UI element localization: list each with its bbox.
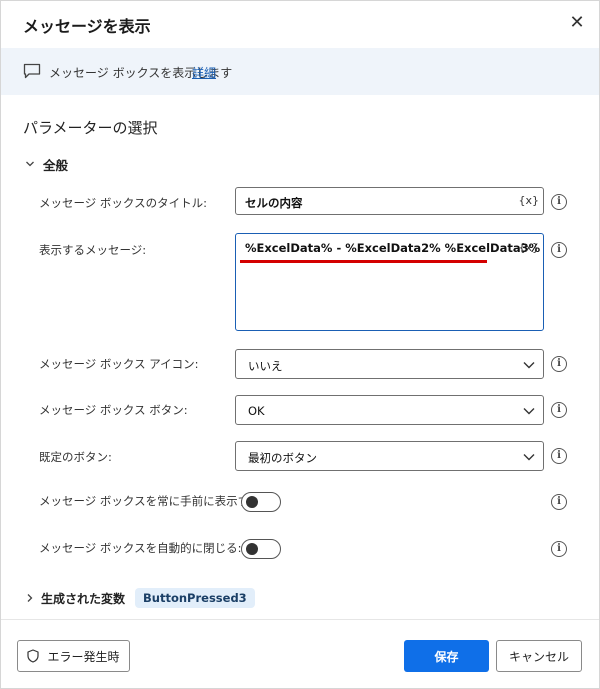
comment-icon: [23, 63, 41, 79]
section-title: パラメーターの選択: [23, 119, 158, 137]
chevron-down-icon: [523, 362, 535, 369]
title-bar: メッセージを表示 ✕: [1, 1, 599, 47]
on-error-button[interactable]: エラー発生時: [17, 640, 130, 672]
info-bar: メッセージ ボックスを表示します 詳細: [1, 48, 599, 95]
group-general-toggle[interactable]: 全般: [25, 154, 68, 174]
shield-icon: [27, 649, 40, 663]
on-error-label: エラー発生時: [47, 649, 120, 664]
message-textarea-value: %ExcelData% - %ExcelData2% %ExcelData3%: [245, 241, 541, 255]
autoclose-label: メッセージ ボックスを自動的に閉じる:: [39, 541, 242, 555]
details-link[interactable]: 詳細: [192, 64, 216, 81]
variable-picker-icon[interactable]: {x}: [518, 194, 539, 207]
default-button-select-value: 最初のボタン: [248, 451, 317, 465]
chevron-down-icon: [523, 454, 535, 461]
buttons-select-value: OK: [248, 404, 265, 418]
output-variables-toggle[interactable]: 生成された変数 ButtonPressed3: [25, 587, 255, 609]
variable-picker-icon[interactable]: {x}: [518, 241, 539, 254]
icon-select-value: いいえ: [248, 359, 283, 373]
output-variables-label: 生成された変数: [41, 591, 126, 606]
topmost-toggle[interactable]: [241, 492, 281, 512]
info-icon[interactable]: i: [551, 402, 567, 418]
footer-divider: [1, 619, 599, 620]
default-button-select[interactable]: 最初のボタン: [235, 441, 544, 471]
buttons-select[interactable]: OK: [235, 395, 544, 425]
icon-select[interactable]: いいえ: [235, 349, 544, 379]
toggle-knob: [246, 496, 258, 508]
icon-label: メッセージ ボックス アイコン:: [39, 357, 199, 371]
dialog-title: メッセージを表示: [23, 17, 151, 36]
chevron-down-icon: [26, 161, 34, 167]
title-input-value: セルの内容: [245, 196, 303, 210]
cancel-button[interactable]: キャンセル: [496, 640, 582, 672]
autoclose-toggle[interactable]: [241, 539, 281, 559]
info-icon[interactable]: i: [551, 242, 567, 258]
toggle-knob: [246, 543, 258, 555]
save-button[interactable]: 保存: [404, 640, 489, 672]
variable-badge[interactable]: ButtonPressed3: [135, 588, 255, 608]
chevron-down-icon: [523, 408, 535, 415]
info-icon[interactable]: i: [551, 494, 567, 510]
group-label: 全般: [43, 157, 69, 173]
info-icon[interactable]: i: [551, 541, 567, 557]
info-icon[interactable]: i: [551, 356, 567, 372]
message-textarea[interactable]: %ExcelData% - %ExcelData2% %ExcelData3% …: [235, 233, 544, 331]
message-label: 表示するメッセージ:: [39, 243, 147, 257]
info-icon[interactable]: i: [551, 448, 567, 464]
topmost-label: メッセージ ボックスを常に手前に表示する:: [39, 494, 265, 508]
close-icon[interactable]: ✕: [567, 13, 587, 33]
title-label: メッセージ ボックスのタイトル:: [39, 196, 207, 210]
buttons-label: メッセージ ボックス ボタン:: [39, 403, 188, 417]
chevron-right-icon: [27, 594, 33, 602]
default-button-label: 既定のボタン:: [39, 450, 112, 464]
message-dialog: メッセージを表示 ✕ メッセージ ボックスを表示します 詳細 パラメーターの選択…: [0, 0, 600, 689]
info-icon[interactable]: i: [551, 194, 567, 210]
annotation-underline: [240, 260, 487, 263]
title-input[interactable]: セルの内容 {x}: [235, 187, 544, 215]
